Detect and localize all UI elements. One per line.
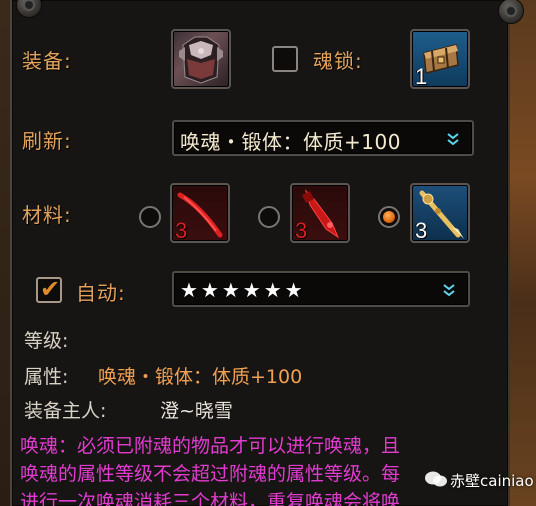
- auto-star-dropdown-value: ★★★★★★: [180, 278, 306, 302]
- soul-lock-slot[interactable]: 1: [410, 29, 470, 89]
- material-radio-2[interactable]: [258, 206, 280, 228]
- material-slot-1[interactable]: 3: [170, 183, 230, 243]
- item-count: 3: [415, 218, 428, 243]
- armor-icon: [179, 36, 223, 84]
- attribute-label: 属性:: [24, 366, 69, 388]
- description-text: 唤魂：必须已附魂的物品才可以进行唤魂，且 唤魂的属性等级不会超过附魂的属性等级。…: [20, 432, 500, 506]
- material-slot-3[interactable]: 3: [410, 183, 470, 243]
- equip-label: 装备:: [22, 49, 72, 73]
- owner-value: 澄~晓雪: [160, 400, 233, 422]
- soul-lock-label: 魂锁:: [313, 49, 363, 73]
- wechat-icon: [425, 471, 447, 487]
- material-radio-3[interactable]: [378, 206, 400, 228]
- auto-checkbox[interactable]: ✔: [36, 275, 62, 303]
- material-slot-2[interactable]: 3: [290, 183, 350, 243]
- chevron-down-icon: [443, 284, 455, 297]
- auto-label: 自动:: [76, 281, 126, 305]
- owner-label: 装备主人:: [24, 400, 107, 422]
- materials-label: 材料:: [22, 203, 72, 227]
- material-radio-1[interactable]: [139, 206, 161, 228]
- attribute-value: 唤魂・锻体：体质+100: [98, 366, 303, 388]
- checkmark-icon: ✔: [40, 275, 61, 303]
- auto-star-dropdown[interactable]: ★★★★★★: [172, 271, 470, 307]
- description-line: 进行一次唤魂消耗三个材料，重复唤魂会将唤: [20, 491, 401, 506]
- refresh-label: 刷新:: [22, 129, 72, 153]
- item-count: 3: [175, 218, 188, 243]
- refresh-dropdown-value: 唤魂・锻体：体质+100: [180, 130, 401, 154]
- refresh-dropdown[interactable]: 唤魂・锻体：体质+100: [172, 120, 474, 156]
- description-line: 唤魂：必须已附魂的物品才可以进行唤魂，且: [20, 435, 401, 457]
- item-count: 1: [415, 64, 428, 89]
- corner-ornament: [16, 0, 42, 18]
- equip-slot[interactable]: [171, 29, 231, 89]
- item-count: 3: [295, 218, 308, 243]
- chevron-down-icon: [447, 133, 459, 146]
- watermark-text: 赤壁cainiao: [450, 472, 534, 490]
- level-label: 等级:: [24, 330, 69, 352]
- soul-lock-checkbox[interactable]: [272, 46, 298, 72]
